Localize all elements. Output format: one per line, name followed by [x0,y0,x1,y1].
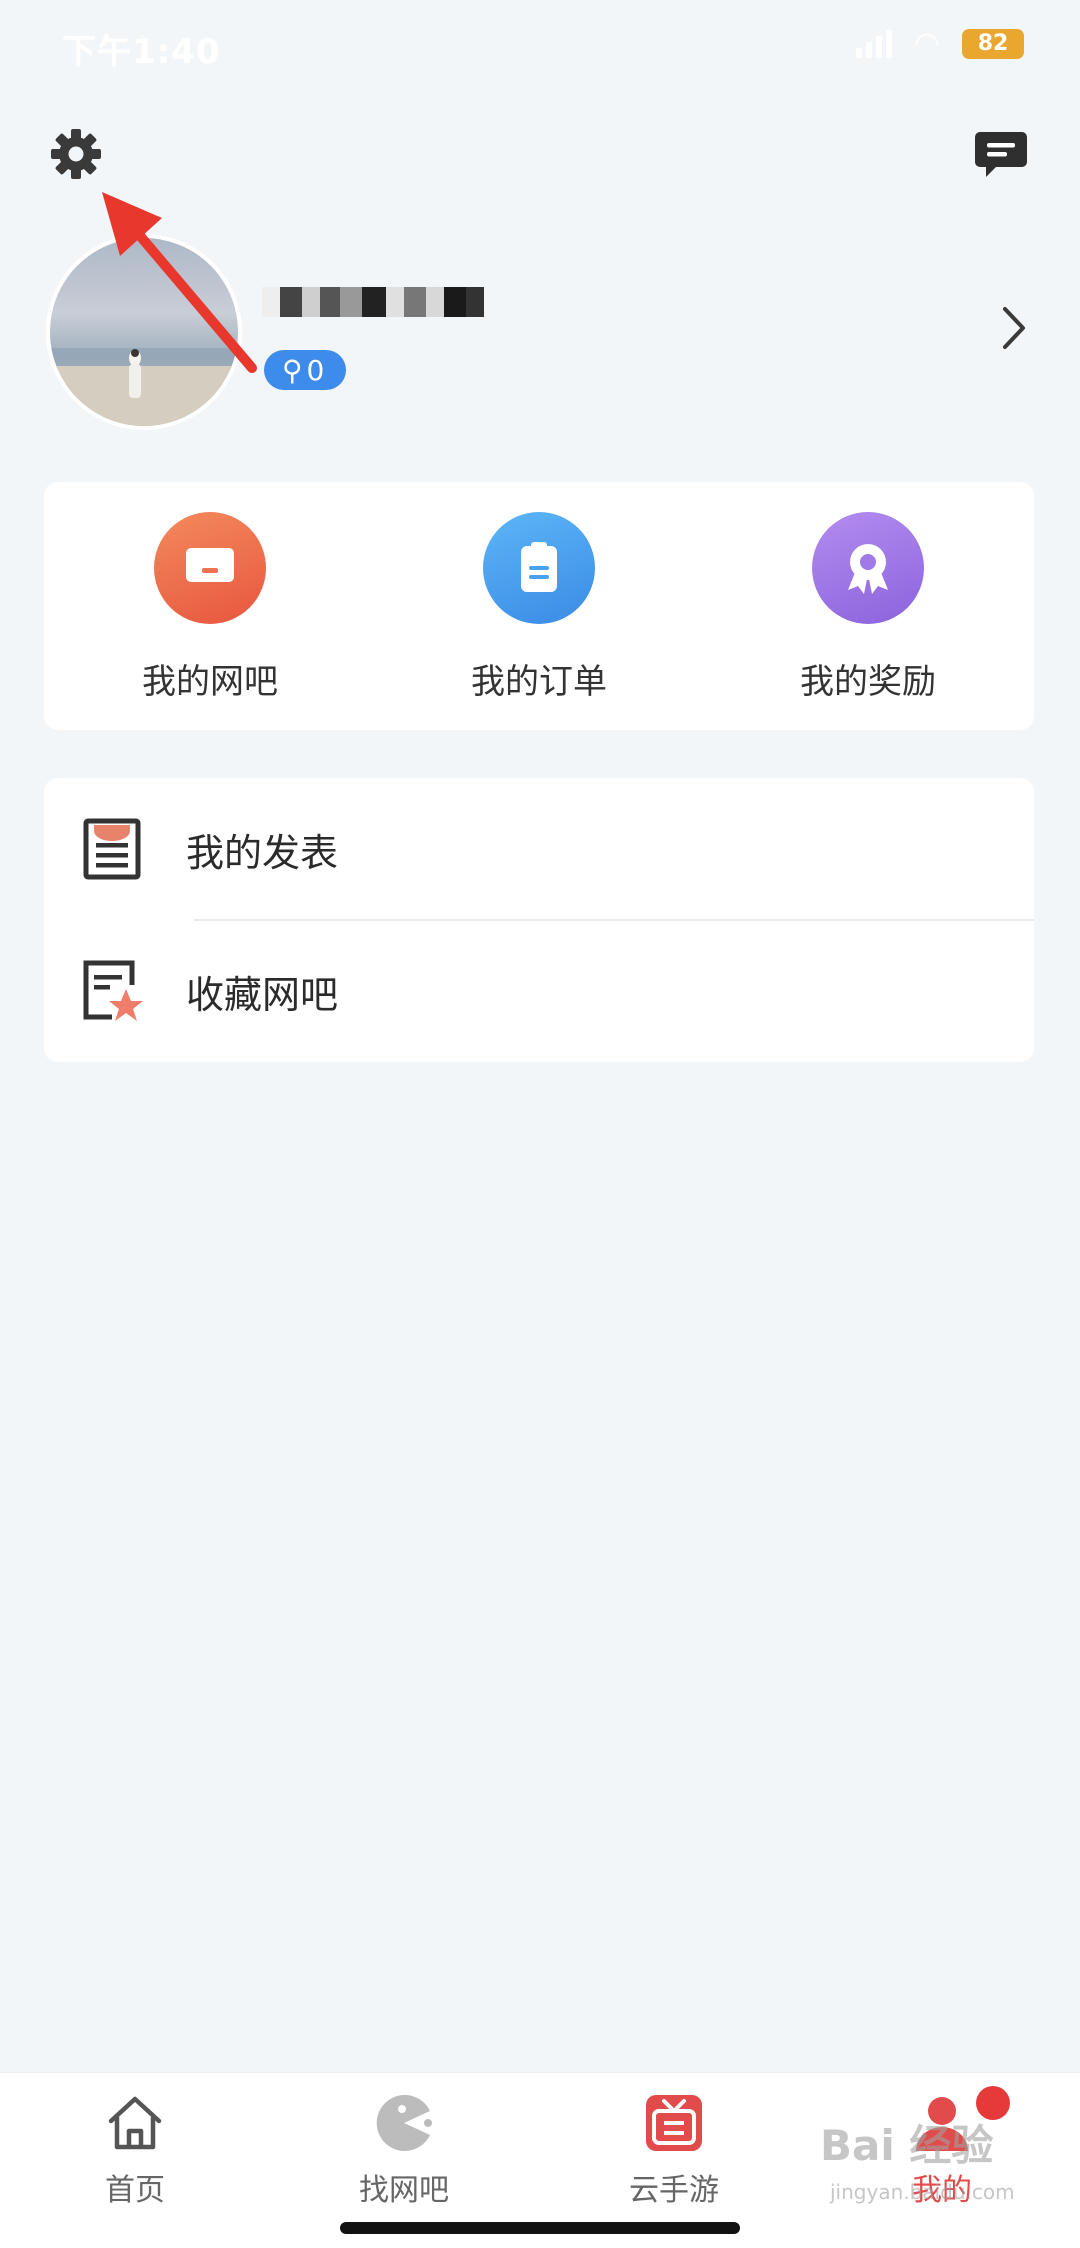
message-icon[interactable] [974,130,1028,180]
status-time: 下午1:40 [62,32,221,72]
nav-label: 首页 [105,2173,165,2208]
gear-icon[interactable] [48,126,104,182]
document-icon [83,818,141,880]
wifi-icon: ◠ [913,26,940,61]
quick-action-my-orders[interactable]: 我的订单 [439,482,639,730]
nav-tab-cloud-game[interactable]: 云手游 [584,2091,764,2209]
key-icon: ⚲ [282,353,303,387]
signal-icon [855,29,892,58]
quick-action-label: 我的订单 [471,662,607,702]
home-icon [108,2096,162,2150]
menu-list: 我的发表 收藏网吧 [44,778,1034,1062]
clipboard-icon [483,512,595,624]
quick-action-label: 我的网吧 [142,662,278,702]
chevron-right-icon[interactable] [1000,304,1028,352]
nav-label: 找网吧 [359,2173,449,2208]
home-indicator[interactable] [340,2222,740,2234]
quick-action-label: 我的奖励 [800,662,936,702]
nav-label: 云手游 [629,2173,719,2208]
battery-level: 82 [977,31,1009,56]
medal-icon [812,512,924,624]
list-item-my-posts[interactable]: 我的发表 [44,778,1034,920]
watermark-sub: jingyan.baidu.com [830,2180,1015,2204]
level-badge-value: 0 [306,353,325,387]
nav-tab-find-netbar[interactable]: 找网吧 [314,2091,494,2209]
pacman-icon [376,2095,432,2151]
level-badge: ⚲ 0 [264,350,347,390]
nav-tab-home[interactable]: 首页 [45,2091,225,2209]
quick-action-my-rewards[interactable]: 我的奖励 [768,482,968,730]
status-bar: 下午1:40 ◠ 82 [0,0,1080,90]
username-pixelated [262,282,522,322]
watermark: Bai 经验 jingyan.baidu.com [820,2112,1050,2222]
list-item-label: 我的发表 [186,830,339,875]
list-item-label: 收藏网吧 [186,972,339,1017]
favorite-star-icon [83,960,143,1021]
quick-action-my-netbar[interactable]: 我的网吧 [110,482,310,730]
quick-actions-card: 我的网吧 我的订单 我的奖励 [44,482,1034,730]
monitor-icon [154,512,266,624]
cloud-game-icon [646,2095,702,2151]
battery-icon: 82 [962,28,1024,59]
watermark-text: Bai 经验 [820,2121,994,2170]
list-item-favorite-netbars[interactable]: 收藏网吧 [44,920,1034,1062]
status-indicators: ◠ 82 [855,26,1024,61]
annotation-arrow [102,192,257,373]
